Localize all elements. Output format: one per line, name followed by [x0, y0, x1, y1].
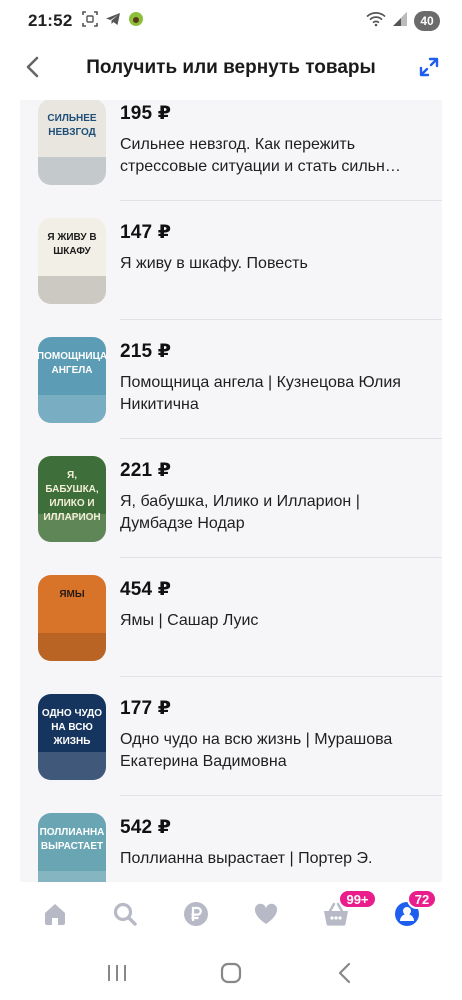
cover-title-text: НА ВСЮ [51, 722, 93, 733]
cover-title-text: СИЛЬНЕЕ [47, 113, 97, 124]
tab-cart[interactable]: 99+ [316, 889, 377, 934]
avocado-app-icon [128, 11, 144, 32]
back-system-button[interactable] [325, 953, 365, 993]
screenshot-icon [82, 10, 99, 32]
product-info: 542 ₽ Поллианна вырастает | Портер Э. [120, 816, 430, 870]
cover-title-text: Я, [67, 470, 77, 481]
product-list-container[interactable]: СИЛЬНЕЕ НЕВЗГОД 195 ₽ Сильнее невзгод. Как … [20, 100, 442, 882]
recent-apps-icon [108, 965, 126, 981]
tab-payments[interactable] [176, 894, 216, 934]
expand-icon [419, 57, 439, 77]
book-cover-image: ПОМОЩНИЦА АНГЕЛА [38, 337, 106, 423]
tab-search[interactable] [105, 894, 145, 934]
list-item[interactable]: ПОЛЛИАННА ВЫРАСТАЕТ 542 ₽ Поллианна выраста… [20, 796, 442, 882]
signal-icon [392, 11, 408, 32]
product-title: Я, бабушка, Илико и Илларион | Думбадзе … [120, 493, 360, 532]
cover-title-text: Я ЖИВУ В [47, 232, 96, 243]
ruble-icon [183, 902, 208, 926]
bottom-tab-bar: 99+ 72 [0, 882, 462, 946]
book-cover-image: ЯМЫ [38, 575, 106, 661]
product-title: Я живу в шкафу. Повесть [120, 255, 308, 272]
cover-title-text: ПОМОЩНИЦА [38, 351, 106, 362]
tab-favorites[interactable] [246, 894, 286, 934]
battery-indicator: 40 [414, 11, 440, 31]
cart-badge: 99+ [338, 889, 377, 909]
back-button[interactable] [18, 52, 48, 82]
profile-badge: 72 [406, 889, 438, 909]
expand-button[interactable] [414, 52, 444, 82]
list-item[interactable]: ПОМОЩНИЦА АНГЕЛА 215 ₽ Помощница ангела | К… [20, 320, 442, 439]
tab-home[interactable] [35, 894, 75, 934]
list-item[interactable]: СИЛЬНЕЕ НЕВЗГОД 195 ₽ Сильнее невзгод. Как … [20, 100, 442, 201]
product-title: Помощница ангела | Кузнецова Юлия Никити… [120, 374, 401, 413]
home-circle-icon [220, 962, 242, 984]
product-price: 215 ₽ [120, 341, 172, 362]
heart-icon [255, 903, 278, 924]
product-price: 177 ₽ [120, 698, 172, 719]
cover-title-text: ЖИЗНЬ [53, 736, 91, 747]
system-navigation-bar [0, 946, 462, 1000]
product-list: СИЛЬНЕЕ НЕВЗГОД 195 ₽ Сильнее невзгод. Как … [20, 100, 442, 882]
list-item[interactable]: Я, БАБУШКА, ИЛИКО И ИЛЛАРИОН 221 ₽ Я, бабушка… [20, 439, 442, 558]
chevron-left-icon [26, 56, 39, 78]
product-title: Сильнее невзгод. Как пережить стрессовые… [120, 136, 401, 175]
product-info: 195 ₽ Сильнее невзгод. Как пережить стрес… [120, 102, 430, 178]
product-price: 542 ₽ [120, 817, 172, 838]
back-arrow-icon [338, 962, 351, 984]
app-root: 21:52 40 Получить или вернуть товары СИЛ… [0, 0, 462, 1000]
wifi-icon [366, 11, 386, 32]
recent-apps-button[interactable] [97, 953, 137, 993]
cover-title-text: ИЛИКО И [49, 498, 94, 509]
product-info: 221 ₽ Я, бабушка, Илико и Илларион | Думб… [120, 459, 430, 535]
product-title: Ямы | Сашар Луис [120, 612, 259, 629]
book-cover-image: ОДНО ЧУДО НА ВСЮ ЖИЗНЬ [38, 694, 106, 780]
product-price: 147 ₽ [120, 222, 172, 243]
book-cover-image: Я, БАБУШКА, ИЛИКО И ИЛЛАРИОН [38, 456, 106, 542]
cover-title-text: АНГЕЛА [51, 365, 92, 376]
home-icon [45, 904, 66, 925]
cover-title-text: НЕВЗГОД [48, 127, 96, 138]
product-title: Поллианна вырастает | Портер Э. [120, 850, 373, 867]
product-info: 215 ₽ Помощница ангела | Кузнецова Юлия Н… [120, 340, 430, 416]
book-cover-image: Я ЖИВУ В ШКАФУ [38, 218, 106, 304]
cover-title-text: ОДНО ЧУДО [42, 708, 102, 719]
product-info: 454 ₽ Ямы | Сашар Луис [120, 578, 430, 632]
cover-title-text: ШКАФУ [53, 246, 91, 257]
product-price: 221 ₽ [120, 460, 172, 481]
home-system-button[interactable] [211, 953, 251, 993]
list-item[interactable]: ОДНО ЧУДО НА ВСЮ ЖИЗНЬ 177 ₽ Одно чудо на вс… [20, 677, 442, 796]
cover-title-text: ИЛЛАРИОН [43, 512, 100, 523]
product-title: Одно чудо на всю жизнь | Мурашова Екатер… [120, 731, 393, 770]
cover-title-text: ПОЛЛИАННА [40, 827, 105, 838]
cover-title-text: ЯМЫ [59, 589, 85, 600]
book-cover-image: ПОЛЛИАННА ВЫРАСТАЕТ [38, 813, 106, 882]
cover-title-text: БАБУШКА, [45, 484, 99, 495]
status-left-icons [82, 10, 144, 32]
product-price: 454 ₽ [120, 579, 172, 600]
header: Получить или вернуть товары [0, 42, 462, 94]
status-bar: 21:52 40 [0, 0, 462, 42]
cover-title-text: ВЫРАСТАЕТ [41, 841, 103, 852]
product-info: 147 ₽ Я живу в шкафу. Повесть [120, 221, 430, 275]
book-cover-image: СИЛЬНЕЕ НЕВЗГОД [38, 100, 106, 185]
product-info: 177 ₽ Одно чудо на всю жизнь | Мурашова Е… [120, 697, 430, 773]
status-right: 40 [366, 11, 440, 32]
telegram-icon [105, 11, 121, 32]
tab-profile[interactable]: 72 [387, 889, 438, 934]
status-time: 21:52 [28, 11, 73, 30]
list-item[interactable]: ЯМЫ 454 ₽ Ямы | Сашар Луис [20, 558, 442, 677]
product-price: 195 ₽ [120, 103, 172, 124]
page-title: Получить или вернуть товары [86, 57, 376, 78]
search-icon [114, 902, 138, 926]
list-item[interactable]: Я ЖИВУ В ШКАФУ 147 ₽ Я живу в шкафу. Повест… [20, 201, 442, 320]
